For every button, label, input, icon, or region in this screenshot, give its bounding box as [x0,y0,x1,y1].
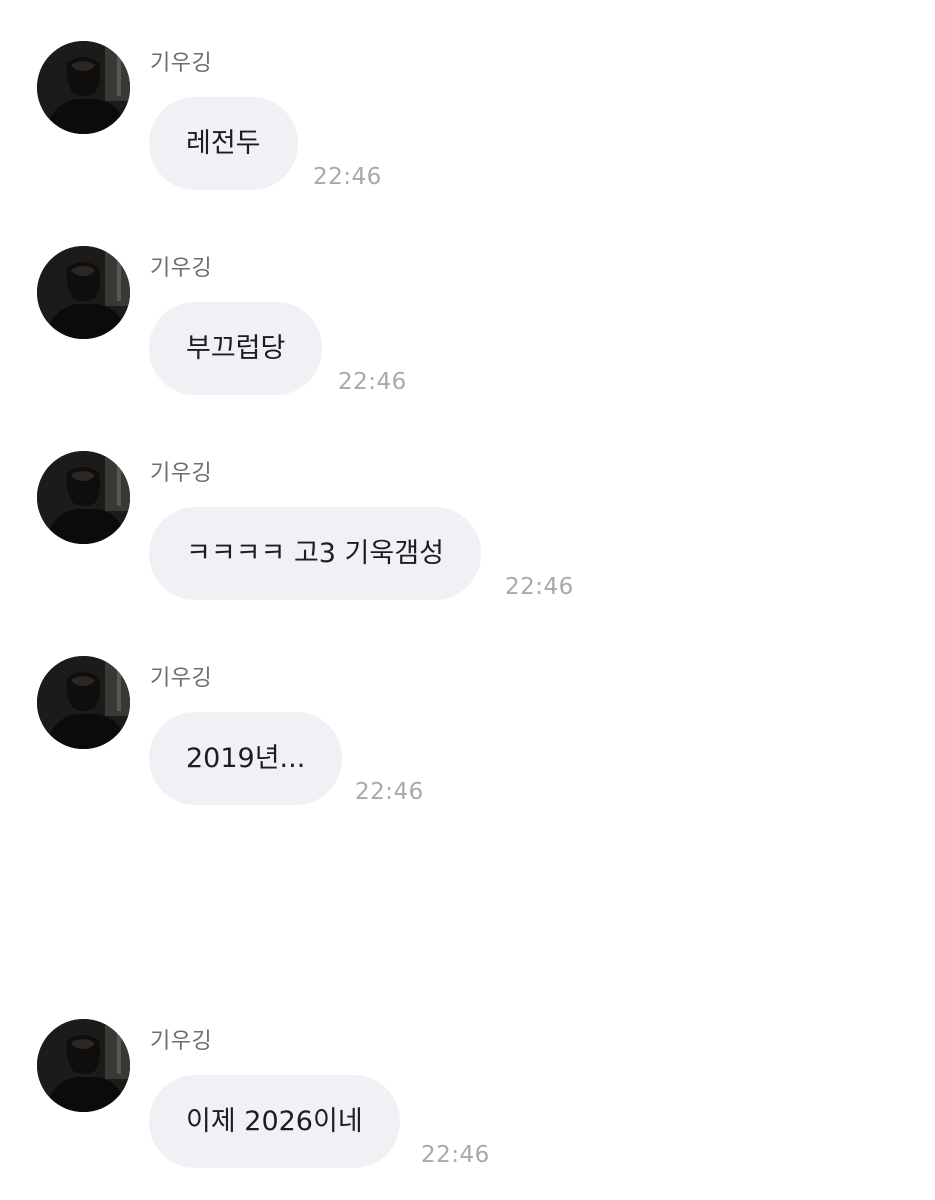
message-row: 기우깅 부끄럽당 22:46 [0,246,935,406]
message-row: 기우깅 ㅋㅋㅋㅋ 고3 기욱갬성 22:46 [0,451,935,611]
message-time: 22:46 [313,164,382,190]
message-bubble[interactable]: 2019년... [149,712,343,805]
message-row: 기우깅 이제 2026이네 22:46 [0,1019,935,1179]
message-row: 기우깅 레전두 22:46 [0,41,935,201]
message-bubble[interactable]: 이제 2026이네 [149,1075,400,1168]
profile-photo-icon [37,1019,130,1112]
message-row: 기우깅 2019년... 22:46 [0,656,935,816]
sender-name: 기우깅 [150,51,213,76]
avatar[interactable] [37,41,130,134]
profile-photo-icon [37,451,130,544]
message-time: 22:46 [355,779,424,805]
message-time: 22:46 [338,369,407,395]
profile-photo-icon [37,246,130,339]
avatar[interactable] [37,1019,130,1112]
message-time: 22:46 [421,1142,490,1168]
sender-name: 기우깅 [150,256,213,281]
sender-name: 기우깅 [150,666,213,691]
sender-name: 기우깅 [150,1029,213,1054]
message-bubble[interactable]: ㅋㅋㅋㅋ 고3 기욱갬성 [149,507,481,600]
message-bubble[interactable]: 레전두 [149,97,298,190]
message-time: 22:46 [505,574,574,600]
profile-photo-icon [37,656,130,749]
avatar[interactable] [37,246,130,339]
message-bubble[interactable]: 부끄럽당 [149,302,323,395]
sender-name: 기우깅 [150,461,213,486]
avatar[interactable] [37,656,130,749]
avatar[interactable] [37,451,130,544]
profile-photo-icon [37,41,130,134]
